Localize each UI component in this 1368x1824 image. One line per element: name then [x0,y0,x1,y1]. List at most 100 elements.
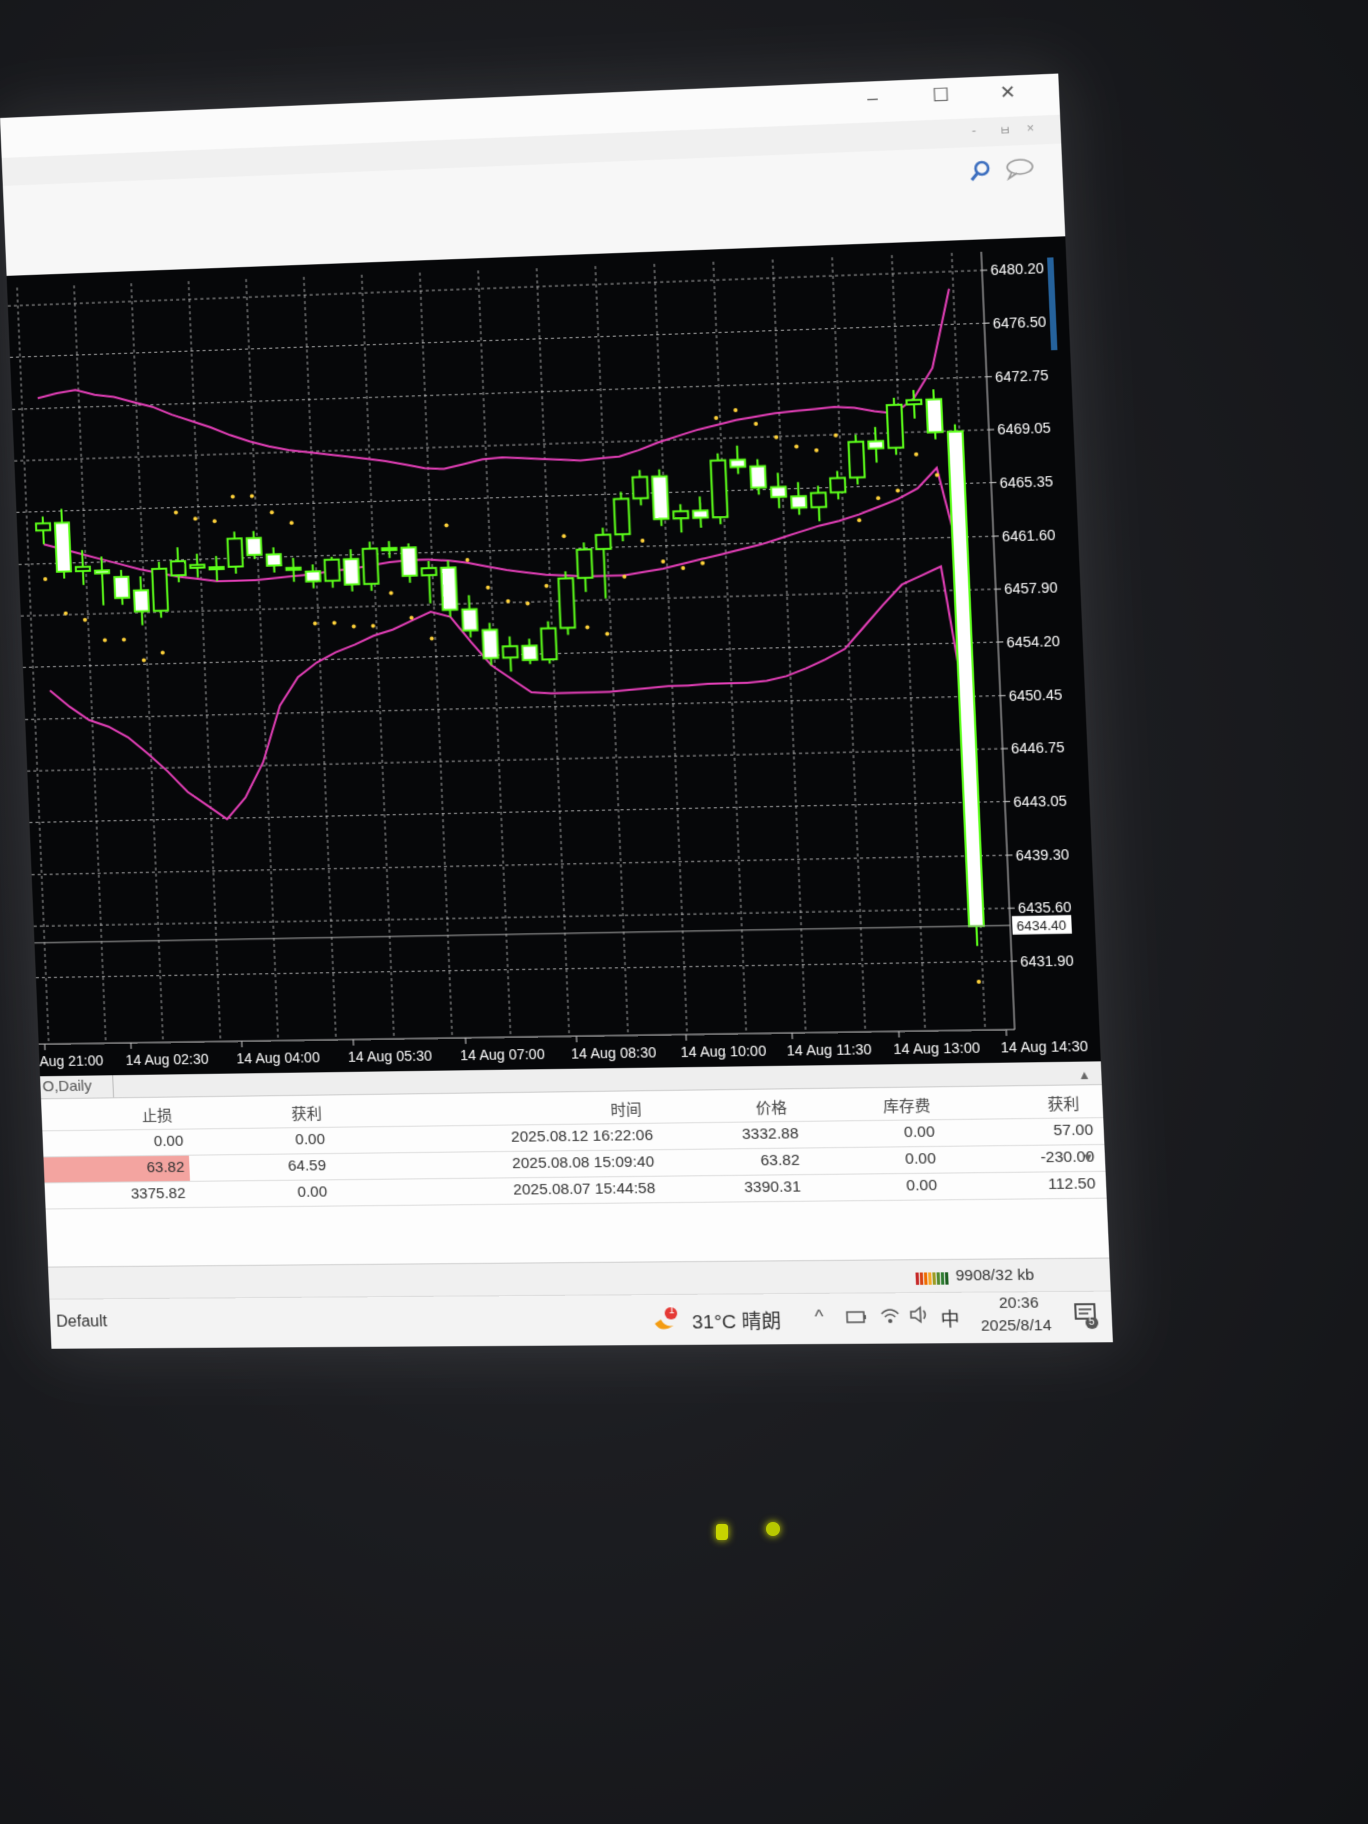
sar-dot [660,559,666,564]
clock-date[interactable]: 2025/8/14 [981,1317,1052,1335]
candle-bullish [34,521,52,532]
time-axis-label: 14 Aug 13:00 [893,1039,981,1057]
gridline-h [8,270,982,306]
notification-icon[interactable] [1073,1302,1100,1334]
row-sl: 63.82 [146,1158,185,1177]
sar-dot [700,561,705,566]
mt4-screen: – ☐ ✕ - ㅂ × 6480.20 6476.50 6472.75 6469.05… [0,73,1113,1349]
row-price: 3332.88 [741,1125,799,1144]
candle-bullish [363,549,379,585]
candle-bullish [209,567,223,569]
profile-label[interactable]: Default [56,1313,108,1331]
row-profit: 112.50 [1047,1175,1096,1194]
sar-dot [429,636,434,641]
sar-dot [895,488,900,493]
ime-indicator[interactable]: 中 [940,1305,960,1332]
candle-bullish [325,559,340,580]
row-profit: 57.00 [1052,1121,1094,1140]
mdi-minimize-button[interactable]: - [971,123,976,138]
clock-time[interactable]: 20:36 [999,1294,1039,1312]
gridline-h [29,802,1004,823]
candle-bullish [907,400,922,405]
volume-icon[interactable] [908,1305,930,1329]
gridline-v [713,262,746,1034]
candle-bearish [95,570,109,573]
header-profit[interactable]: 获利 [1047,1093,1080,1115]
sar-dot [913,452,919,457]
price-axis-label: 6476.50 [992,313,1046,331]
sar-dot [230,494,235,499]
traffic-text: 9908/32 kb [955,1266,1035,1285]
chart-tab[interactable]: O,Daily [42,1078,92,1096]
price-axis-label: 6469.05 [997,419,1051,437]
candle-bearish [114,577,129,598]
sar-dot [121,637,127,642]
chevron-up-icon[interactable]: ^ [814,1306,824,1328]
candle-bullish [577,549,593,578]
candle-bullish [541,628,557,659]
gridline-v [74,285,106,1043]
close-button[interactable]: ✕ [999,82,1016,104]
candle-bullish [190,565,204,568]
sar-dot [814,448,819,453]
header-price[interactable]: 价格 [755,1096,787,1118]
sar-dot [465,557,470,563]
sar-dot [561,533,567,539]
scroll-up-icon[interactable]: ▲ [1078,1068,1091,1083]
maximize-button[interactable]: ☐ [932,84,950,106]
candle-bullish [887,405,904,448]
header-time[interactable]: 时间 [610,1098,642,1120]
candle-bullish [558,578,575,628]
price-axis-label: 6472.75 [995,367,1049,385]
candle-bullish [711,460,728,517]
gridline-v [304,277,336,1040]
gridline-h [32,855,1008,874]
price-axis-label: 6461.60 [1002,526,1056,544]
gridline-v [362,275,394,1039]
battery-icon[interactable] [846,1310,868,1329]
candle-bearish [948,431,984,926]
time-axis-label: Aug 21:00 [39,1052,104,1069]
minimize-button[interactable]: – [867,87,878,109]
sar-dot [774,435,779,440]
candle-bearish [693,510,708,518]
sar-dot [212,518,217,524]
gridline-h [36,961,1012,978]
taskbar: Default 1 31°C 晴朗 ^ 中 20:36 2025/8/14 5 [49,1290,1113,1349]
gridline-h [34,908,1010,926]
candle-bearish [401,547,416,576]
weather-icon[interactable] [650,1305,683,1341]
candle-bearish [267,554,282,566]
gridline-h [19,536,994,564]
wifi-icon[interactable] [879,1306,901,1330]
mdi-restore-button[interactable]: ㅂ [999,122,1011,140]
price-chart[interactable]: 6480.20 6476.50 6472.75 6469.05 6465.35 6461.… [6,236,1101,1077]
header-swap[interactable]: 库存费 [883,1095,931,1117]
mdi-close-button[interactable]: × [1026,121,1034,136]
chat-icon[interactable] [1005,157,1036,187]
candle-bullish [422,568,437,575]
weather-text[interactable]: 31°C 晴朗 [691,1306,782,1334]
header-tp[interactable]: 获利 [291,1103,322,1125]
candle-bullish [673,511,688,519]
weather-badge: 1 [668,1305,675,1317]
candle-bearish [462,609,477,631]
header-sl[interactable]: 止损 [142,1105,173,1126]
monitor: – ☐ ✕ - ㅂ × 6480.20 6476.50 6472.75 6469.05… [0,72,1148,1409]
search-icon[interactable] [969,159,993,189]
current-price-tag: 6434.40 [1016,917,1066,933]
sar-dot [351,624,356,629]
candle-bullish [596,535,611,550]
time-axis-label: 14 Aug 04:00 [236,1049,320,1066]
sar-dot [43,576,48,581]
row-price: 63.82 [760,1151,801,1170]
sar-dot [857,518,862,523]
candle-bullish [171,561,186,575]
candle-bullish [227,538,242,566]
scroll-down-icon[interactable]: ▼ [1081,1150,1094,1165]
row-swap: 0.00 [904,1150,937,1168]
candle-bearish [652,476,668,519]
row-sl: 0.00 [153,1132,184,1151]
gridline-h [25,696,1000,720]
candle-bearish [522,646,537,660]
